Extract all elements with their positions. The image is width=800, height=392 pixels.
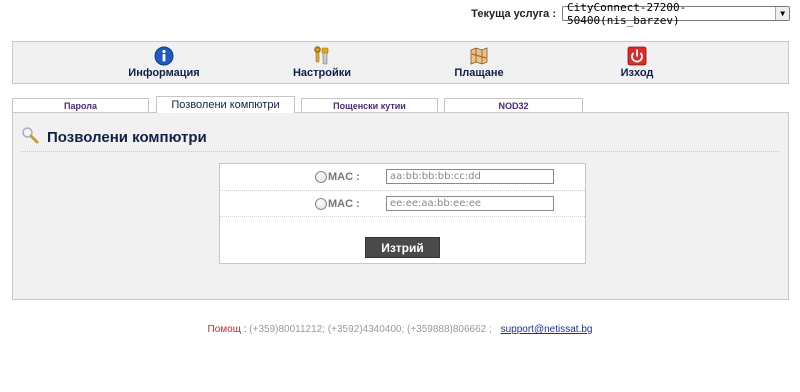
nav-item-info[interactable]: Информация (99, 46, 229, 79)
service-select-value: CityConnect-27200-50400(nis_barzev) (567, 0, 687, 27)
service-label: Текуща услуга : (471, 7, 556, 20)
footer: Помощ : (+359)80011212; (+3592)4340400; … (0, 324, 800, 335)
top-navigation: Информация Настройки Плащане Изход (12, 41, 789, 84)
mac-input[interactable]: ee:ee:aa:bb:ee:ee (386, 196, 554, 211)
service-bar: Текуща услуга : CityConnect-27200-50400(… (471, 1, 790, 27)
panel-header: Позволени компютри (21, 126, 207, 149)
nav-label: Изход (620, 67, 654, 79)
tab-nod32[interactable]: NOD32 (444, 98, 583, 112)
help-label: Помощ : (207, 324, 247, 335)
mac-form: MAC : aa:bb:bb:bb:cc:dd MAC : ee:ee:aa:b… (219, 163, 586, 264)
row-divider (220, 190, 585, 191)
tab-allowed-computers[interactable]: Позволени компютри (156, 96, 295, 113)
divider (21, 151, 780, 152)
nav-item-payment[interactable]: Плащане (414, 46, 544, 79)
delete-button[interactable]: Изтрий (365, 237, 440, 258)
tab-bar: Парола Позволени компютри Пощенски кутии… (12, 96, 789, 113)
power-icon (627, 46, 647, 66)
nav-label: Плащане (454, 67, 504, 79)
tab-mailboxes[interactable]: Пощенски кутии (301, 98, 438, 112)
info-icon (154, 46, 174, 66)
service-select[interactable]: CityConnect-27200-50400(nis_barzev) ▼ (562, 1, 790, 27)
nav-label: Настройки (292, 67, 352, 79)
page-title: Позволени компютри (47, 129, 207, 146)
magnifier-icon (21, 126, 39, 149)
content-panel: Позволени компютри MAC : aa:bb:bb:bb:cc:… (12, 112, 789, 300)
mac-row: MAC : ee:ee:aa:bb:ee:ee (220, 192, 585, 215)
tab-password[interactable]: Парола (12, 98, 149, 112)
nav-item-settings[interactable]: Настройки (257, 46, 387, 79)
mac-row: MAC : aa:bb:bb:bb:cc:dd (220, 165, 585, 188)
nav-item-exit[interactable]: Изход (572, 46, 702, 79)
mac-radio[interactable] (315, 170, 327, 183)
mac-radio[interactable] (315, 197, 327, 210)
tools-icon (312, 46, 332, 66)
dropdown-arrow-icon[interactable]: ▼ (775, 7, 789, 20)
mac-input[interactable]: aa:bb:bb:bb:cc:dd (386, 169, 554, 184)
mac-label: MAC : (328, 170, 360, 183)
nav-label: Информация (128, 67, 200, 79)
map-icon (469, 46, 489, 66)
row-divider (220, 216, 585, 217)
mac-label: MAC : (328, 197, 360, 210)
support-email-link[interactable]: support@netissat.bg (501, 324, 593, 335)
help-phones: (+359)80011212; (+3592)4340400; (+359888… (249, 324, 492, 335)
